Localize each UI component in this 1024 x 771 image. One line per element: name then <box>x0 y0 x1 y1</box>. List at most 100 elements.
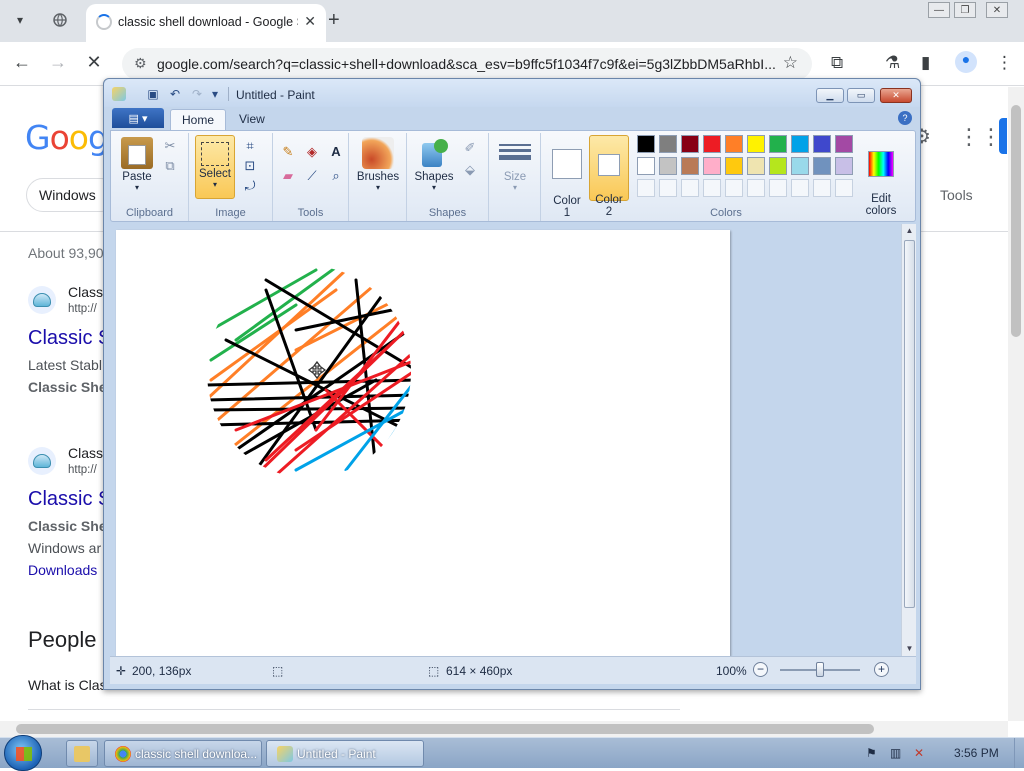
labs-flask-icon[interactable]: ⚗ <box>885 53 900 73</box>
zoom-in-button[interactable]: + <box>874 662 889 677</box>
active-tab[interactable]: classic shell download - Google Search ✕ <box>86 4 326 42</box>
page-vertical-scrollbar[interactable] <box>1008 87 1024 721</box>
bookmark-star-icon[interactable]: ☆ <box>783 53 798 73</box>
palette-swatch[interactable] <box>637 157 655 175</box>
palette-swatch[interactable] <box>813 135 831 153</box>
zoom-slider-thumb[interactable] <box>816 662 824 677</box>
start-button[interactable] <box>4 735 42 771</box>
result-site-name[interactable]: Class <box>68 445 103 461</box>
custom-color-slot[interactable] <box>637 179 655 197</box>
palette-swatch[interactable] <box>791 135 809 153</box>
tab-home[interactable]: Home <box>170 109 227 130</box>
color2-button[interactable]: Color 2 <box>589 135 629 218</box>
close-window-button[interactable]: ✕ <box>986 2 1008 18</box>
paste-button[interactable]: Paste ▾ <box>117 135 157 199</box>
tab-view[interactable]: View <box>228 109 276 130</box>
pencil-icon[interactable]: ✎ <box>279 143 297 161</box>
edit-colors-button[interactable]: Edit colors <box>859 135 903 217</box>
help-icon[interactable]: ? <box>898 111 912 125</box>
paint-taskbar-button[interactable]: Untitled - Paint <box>266 740 424 767</box>
brushes-button[interactable]: Brushes ▾ <box>353 135 403 199</box>
stop-button[interactable]: ✕ <box>82 52 106 73</box>
clock[interactable]: 3:56 PM <box>954 746 999 760</box>
show-desktop-button[interactable] <box>1014 738 1024 768</box>
customize-qat-icon[interactable]: ▾ <box>208 87 222 101</box>
minimize-button[interactable]: — <box>928 2 950 18</box>
custom-color-slot[interactable] <box>659 179 677 197</box>
explorer-taskbar-button[interactable] <box>66 740 98 767</box>
palette-swatch[interactable] <box>659 135 677 153</box>
page-horizontal-scrollbar[interactable] <box>0 721 1008 737</box>
url-text[interactable]: google.com/search?q=classic+shell+downlo… <box>157 56 777 72</box>
eraser-icon[interactable]: ▰ <box>279 167 297 185</box>
menu-kebab-icon[interactable]: ⋮ <box>996 53 1013 73</box>
palette-swatch[interactable] <box>681 135 699 153</box>
palette-swatch[interactable] <box>835 135 853 153</box>
cut-icon[interactable]: ✂ <box>161 137 179 155</box>
drawing-canvas[interactable] <box>116 230 730 656</box>
volume-muted-icon[interactable]: ✕ <box>914 746 924 760</box>
palette-swatch[interactable] <box>703 157 721 175</box>
undo-icon[interactable]: ↶ <box>168 87 182 101</box>
resize-icon[interactable]: ⊡ <box>241 157 259 175</box>
site-info-icon[interactable]: ⚙ <box>134 55 147 72</box>
color-picker-icon[interactable]: ⟋ <box>303 167 321 185</box>
paint-maximize-button[interactable]: ▭ <box>847 88 875 103</box>
network-icon[interactable]: ▥ <box>890 746 901 760</box>
sign-in-button[interactable] <box>999 118 1007 154</box>
save-icon[interactable]: ▣ <box>146 87 160 101</box>
restore-button[interactable]: ❐ <box>954 2 976 18</box>
downloads-link[interactable]: Downloads <box>28 562 97 578</box>
canvas-scroll-thumb[interactable] <box>904 240 915 608</box>
redo-icon[interactable]: ↷ <box>190 87 204 101</box>
text-tool-icon[interactable]: A <box>327 143 345 161</box>
palette-swatch[interactable] <box>791 157 809 175</box>
result-url[interactable]: http:// <box>68 303 97 315</box>
scroll-thumb[interactable] <box>1011 105 1021 337</box>
palette-swatch[interactable] <box>769 135 787 153</box>
palette-swatch[interactable] <box>769 157 787 175</box>
chrome-taskbar-button[interactable]: classic shell downloa... <box>104 740 262 767</box>
custom-color-slot[interactable] <box>747 179 765 197</box>
canvas-vertical-scrollbar[interactable]: ▲ ▼ <box>901 224 916 656</box>
extensions-icon[interactable]: ⧉ <box>831 53 843 73</box>
crop-icon[interactable]: ⌗ <box>241 137 259 155</box>
palette-swatch[interactable] <box>681 157 699 175</box>
palette-swatch[interactable] <box>637 135 655 153</box>
palette-swatch[interactable] <box>725 135 743 153</box>
address-bar[interactable]: ⚙ google.com/search?q=classic+shell+down… <box>122 48 812 80</box>
custom-color-slot[interactable] <box>835 179 853 197</box>
tab-search-button[interactable]: ▾ <box>8 8 32 32</box>
rotate-icon[interactable]: ⤾ <box>241 177 259 195</box>
palette-swatch[interactable] <box>813 157 831 175</box>
palette-swatch[interactable] <box>747 157 765 175</box>
custom-color-slot[interactable] <box>703 179 721 197</box>
new-tab-button[interactable]: + <box>328 9 340 32</box>
fill-icon[interactable]: ⬙ <box>461 161 479 179</box>
custom-color-slot[interactable] <box>791 179 809 197</box>
result-site-name[interactable]: Class <box>68 284 103 300</box>
custom-color-slot[interactable] <box>813 179 831 197</box>
fill-bucket-icon[interactable]: ◈ <box>303 143 321 161</box>
paint-minimize-button[interactable]: ▁ <box>816 88 844 103</box>
action-center-flag-icon[interactable]: ⚑ <box>866 746 877 760</box>
palette-swatch[interactable] <box>659 157 677 175</box>
outline-icon[interactable]: ✐ <box>461 139 479 157</box>
result-url[interactable]: http:// <box>68 464 97 476</box>
custom-color-slot[interactable] <box>769 179 787 197</box>
side-panel-icon[interactable]: ▮ <box>921 53 930 73</box>
back-button[interactable]: ← <box>10 52 34 73</box>
scroll-thumb[interactable] <box>16 724 874 734</box>
paint-title-bar[interactable]: ▣ ↶ ↷ ▾ Untitled - Paint ▁ ▭ ✕ <box>104 79 920 107</box>
paint-file-menu-button[interactable]: ▤ ▾ <box>112 108 164 128</box>
tools-button[interactable]: Tools <box>940 187 973 203</box>
custom-color-slot[interactable] <box>681 179 699 197</box>
forward-button[interactable]: → <box>46 52 70 73</box>
size-button[interactable]: Size ▾ <box>495 135 535 199</box>
scroll-up-icon[interactable]: ▲ <box>902 224 917 238</box>
copy-icon[interactable]: ⧉ <box>161 157 179 175</box>
custom-color-slot[interactable] <box>725 179 743 197</box>
select-button[interactable]: Select ▾ <box>195 135 235 199</box>
paint-app-icon[interactable] <box>112 87 126 101</box>
google-logo[interactable]: Goog <box>25 118 109 157</box>
